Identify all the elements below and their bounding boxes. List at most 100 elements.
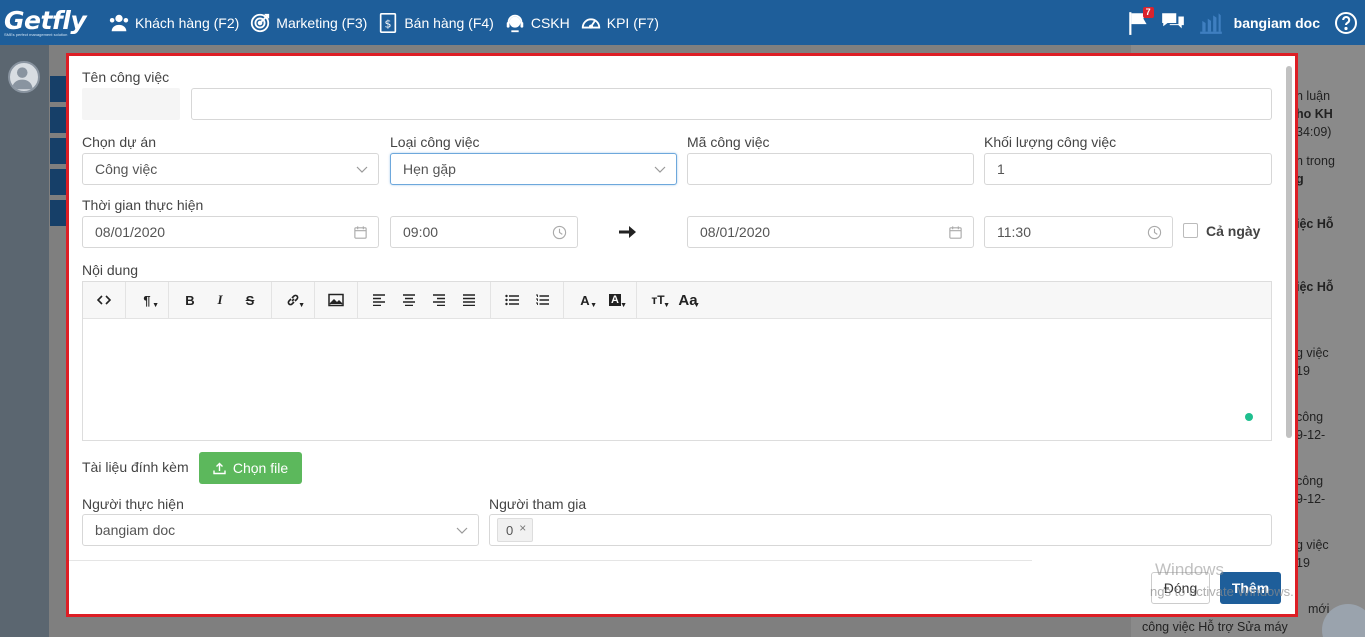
unordered-list-button[interactable] — [497, 285, 527, 315]
users-icon — [109, 14, 129, 31]
task-name-label: Tên công việc — [82, 69, 170, 85]
user-name[interactable]: bangiam doc — [1234, 15, 1320, 31]
code-view-button[interactable] — [89, 285, 119, 315]
feed-text: 19 — [1296, 364, 1310, 378]
chevron-down-icon — [654, 166, 666, 173]
dropdown-caret-icon: ▼ — [693, 302, 700, 309]
feed-text: iệc Hỗ — [1296, 280, 1334, 294]
chat-icon[interactable] — [1160, 10, 1186, 36]
end-time-value: 11:30 — [997, 224, 1031, 240]
task-type-label: Loại công việc — [390, 134, 480, 150]
toolbar-group-code — [83, 282, 126, 318]
all-day-label[interactable]: Cả ngày — [1206, 223, 1260, 239]
background-color-button[interactable]: A ▼ — [600, 285, 630, 315]
company-logo-icon[interactable] — [1198, 10, 1224, 36]
toolbar-group-align — [358, 282, 491, 318]
end-time-input[interactable]: 11:30 — [984, 216, 1173, 248]
justify-button[interactable] — [454, 285, 484, 315]
assignee-value: bangiam doc — [95, 522, 176, 538]
project-select[interactable]: Công việc — [82, 153, 379, 185]
arrow-right-icon — [619, 226, 636, 238]
task-type-select[interactable]: Hẹn gặp — [390, 153, 677, 185]
nav-marketing[interactable]: Marketing (F3) — [249, 12, 367, 34]
bg-list-marker — [50, 76, 66, 102]
task-code-input[interactable] — [687, 153, 974, 185]
feed-text: g — [1296, 172, 1304, 186]
task-name-input[interactable] — [191, 88, 1272, 120]
rich-text-editor: ¶ ▼ B I S ▼ A ▼ A ▼ ᴛT ▼ Aa ▼ — [82, 281, 1272, 441]
feed-text: 34:09) — [1296, 125, 1332, 139]
choose-file-button[interactable]: Chọn file — [199, 452, 302, 484]
feed-text: n luận — [1296, 89, 1331, 103]
chevron-down-icon — [356, 166, 368, 173]
paragraph-style-button[interactable]: ¶ ▼ — [132, 285, 162, 315]
toolbar-group-media — [315, 282, 358, 318]
start-time-input[interactable]: 09:00 — [390, 216, 578, 248]
speedometer-icon — [581, 18, 600, 29]
bg-list-marker — [50, 107, 66, 133]
assignee-select[interactable]: bangiam doc — [82, 514, 479, 546]
feed-text: g việc — [1296, 538, 1329, 552]
feed-text-part: công việc Hỗ trợ Sửa máy — [1142, 620, 1288, 634]
participant-tag-label: 0 — [506, 522, 514, 538]
status-dot — [1245, 413, 1253, 421]
modal-scrollbar[interactable] — [1286, 66, 1292, 438]
headset-icon — [506, 14, 524, 32]
font-size-button[interactable]: ᴛT ▼ — [643, 285, 673, 315]
project-value: Công việc — [95, 161, 158, 177]
editor-content-area[interactable] — [83, 319, 1271, 440]
workload-label: Khối lượng công việc — [984, 134, 1117, 150]
toolbar-group-font: B I S — [169, 282, 272, 318]
editor-toolbar: ¶ ▼ B I S ▼ A ▼ A ▼ ᴛT ▼ Aa ▼ — [83, 282, 1271, 319]
align-center-button[interactable] — [394, 285, 424, 315]
italic-button[interactable]: I — [205, 285, 235, 315]
close-icon[interactable]: × — [519, 521, 526, 535]
align-right-button[interactable] — [424, 285, 454, 315]
nav-kpi[interactable]: KPI (F7) — [580, 12, 659, 34]
link-button[interactable]: ▼ — [278, 285, 308, 315]
chevron-down-icon — [456, 527, 468, 534]
content-label: Nội dung — [82, 262, 139, 278]
numbered-list-icon — [536, 294, 549, 305]
font-color-button[interactable]: A ▼ — [570, 285, 600, 315]
bg-list-marker — [50, 138, 66, 164]
help-icon[interactable] — [1334, 11, 1358, 35]
start-date-value: 08/01/2020 — [95, 224, 166, 240]
nav-marketing-label: Marketing (F3) — [276, 14, 368, 31]
justify-icon — [463, 294, 475, 306]
ordered-list-button[interactable] — [527, 285, 557, 315]
all-day-checkbox[interactable] — [1183, 223, 1198, 238]
start-time-value: 09:00 — [403, 224, 439, 240]
participants-input[interactable] — [489, 514, 1272, 546]
feed-text: 19 — [1296, 556, 1310, 570]
end-date-input[interactable]: 08/01/2020 — [687, 216, 974, 248]
getfly-logo[interactable]: Getfly SMEs perfect management solution — [0, 0, 100, 45]
feed-text: 9-12- — [1296, 492, 1326, 506]
font-family-button[interactable]: Aa ▼ — [673, 285, 703, 315]
align-left-button[interactable] — [364, 285, 394, 315]
top-navbar: Getfly SMEs perfect management solution … — [0, 0, 1365, 45]
avatar[interactable] — [8, 61, 40, 93]
feed-text: n trong — [1296, 154, 1335, 168]
align-center-icon — [403, 294, 415, 306]
notification-button[interactable]: 7 — [1126, 6, 1154, 36]
nav-sales[interactable]: $ Bán hàng (F4) — [377, 12, 494, 34]
nav-customer-care[interactable]: CSKH — [504, 12, 570, 34]
feed-text: g việc — [1296, 346, 1329, 360]
strikethrough-button[interactable]: S — [235, 285, 265, 315]
feed-text: công việc Hỗ trợ Sửa máy — [1142, 620, 1288, 634]
bold-button[interactable]: B — [175, 285, 205, 315]
assignee-label: Người thực hiện — [82, 496, 184, 512]
time-label: Thời gian thực hiện — [82, 197, 204, 213]
dropdown-caret-icon: ▼ — [620, 302, 627, 309]
image-button[interactable] — [321, 285, 351, 315]
modal-footer-divider — [69, 560, 1032, 561]
align-right-icon — [433, 294, 445, 306]
nav-customers[interactable]: Khách hàng (F2) — [108, 12, 239, 34]
workload-input[interactable]: 1 — [984, 153, 1272, 185]
attachments-label: Tài liệu đính kèm — [82, 459, 189, 475]
toolbar-group-size: ᴛT ▼ Aa ▼ — [637, 282, 709, 318]
nav-customers-label: Khách hàng (F2) — [135, 14, 240, 31]
start-date-input[interactable]: 08/01/2020 — [82, 216, 379, 248]
feed-text: công — [1296, 474, 1324, 488]
